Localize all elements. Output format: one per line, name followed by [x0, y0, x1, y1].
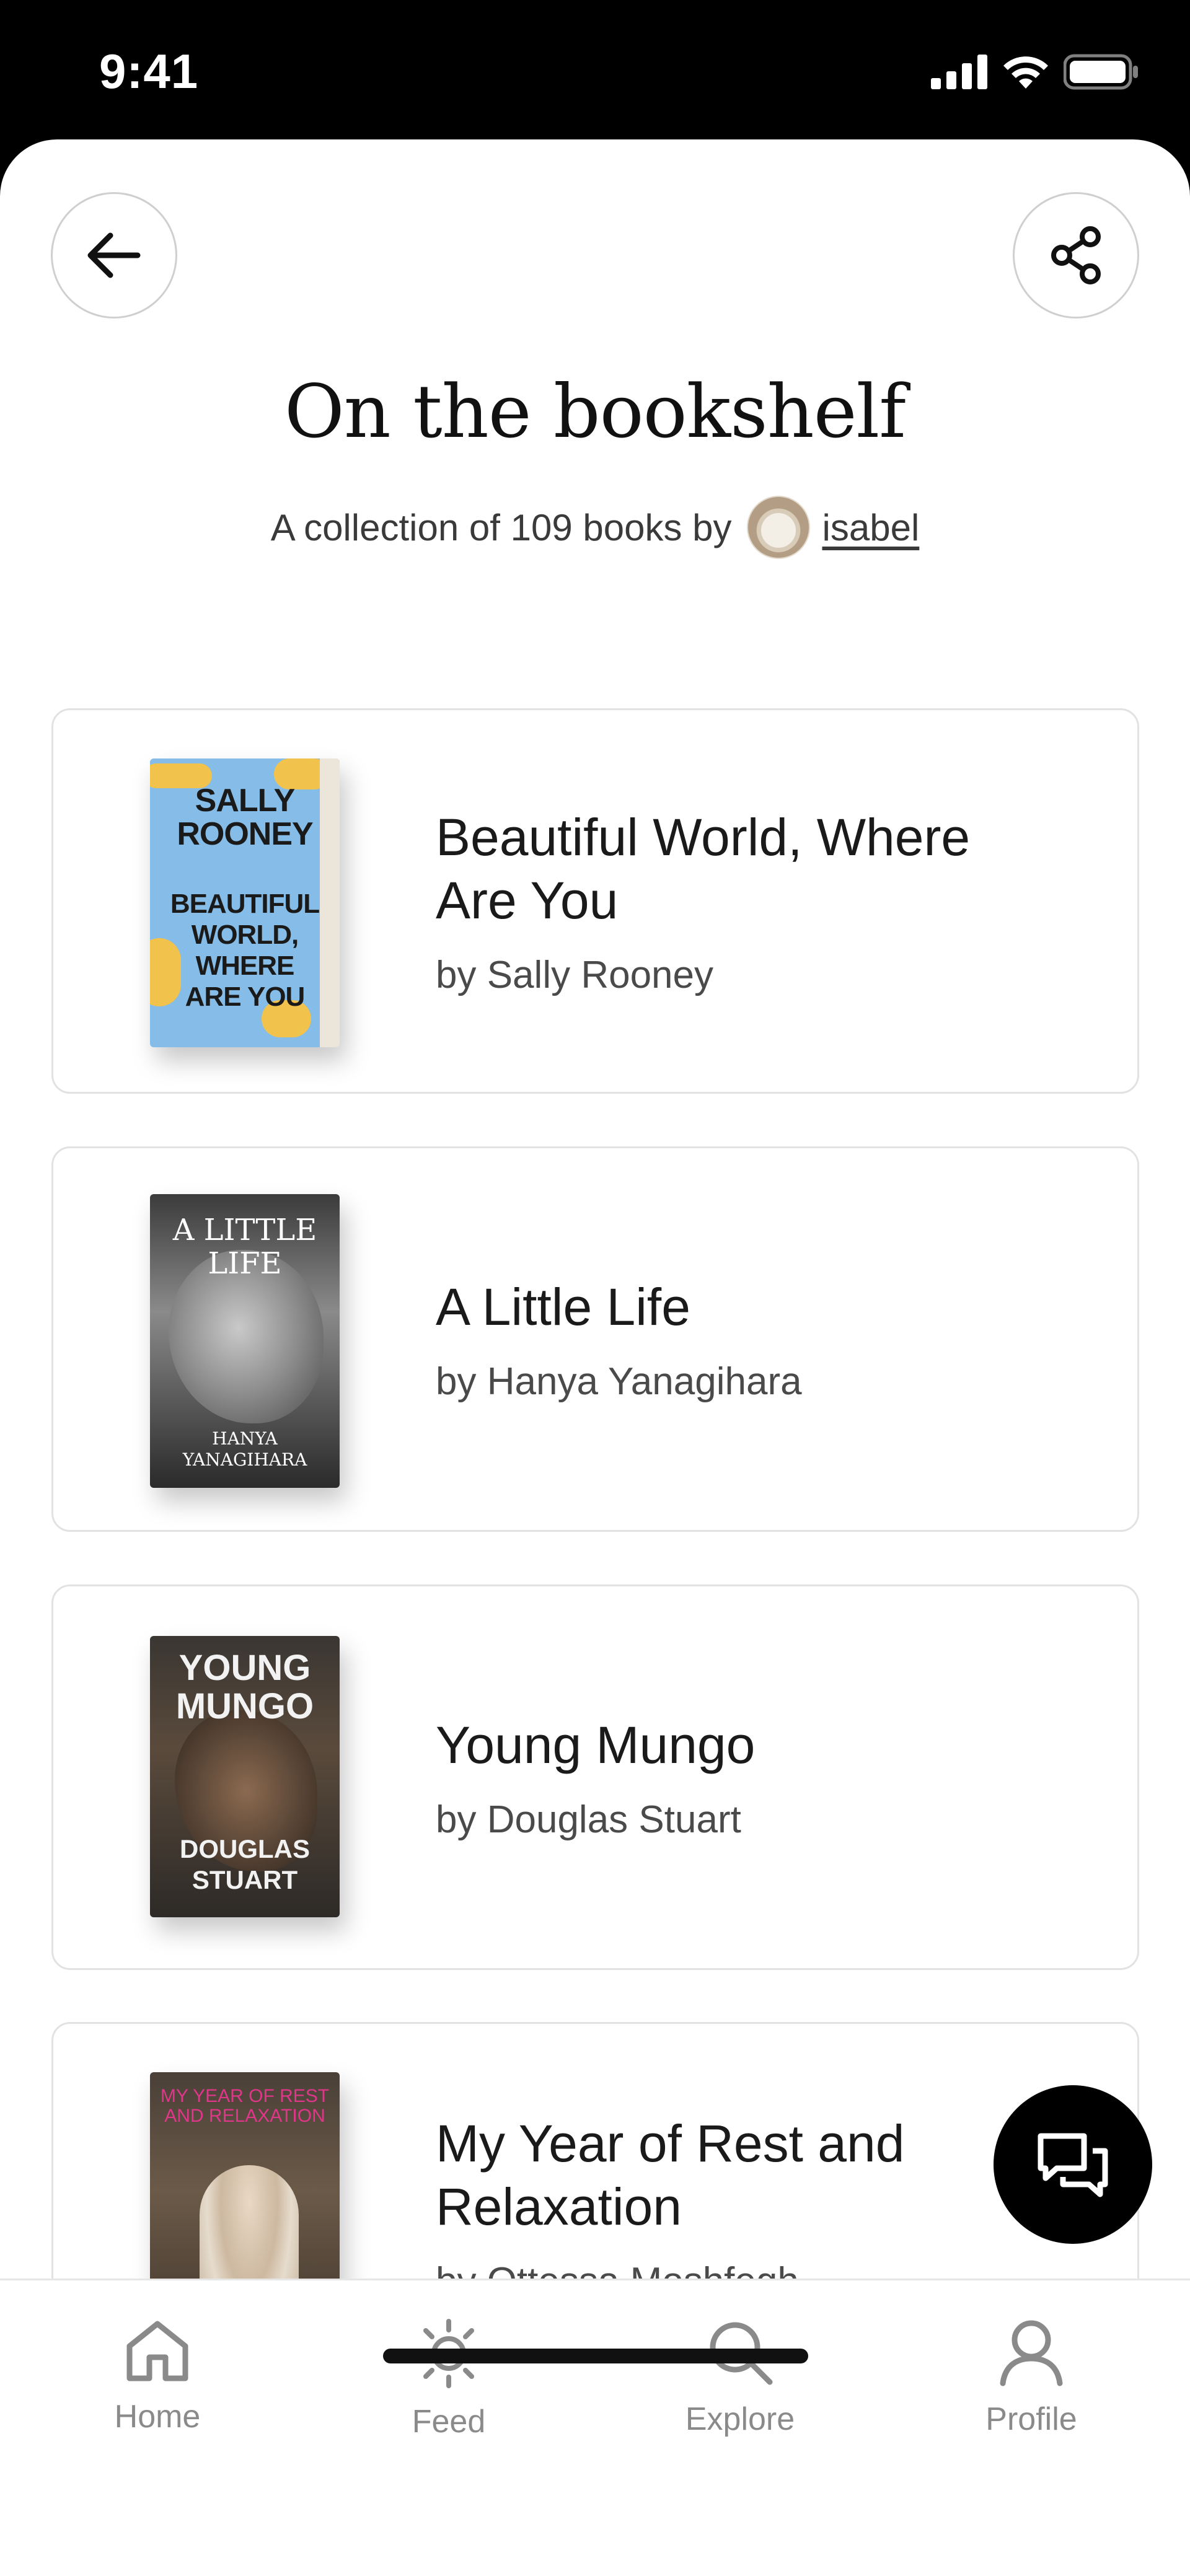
book-cover: A LITTLE LIFE HANYA YANAGIHARA — [150, 1194, 340, 1488]
book-cover: YOUNG MUNGO DOUGLAS STUART — [150, 1636, 340, 1917]
home-icon — [126, 2321, 188, 2381]
nav-explore-label: Explore — [685, 2401, 795, 2437]
username-link[interactable]: isabel — [822, 506, 920, 549]
share-button[interactable] — [1013, 192, 1139, 319]
arrow-left-icon — [87, 232, 141, 278]
status-icons — [931, 53, 1139, 90]
page-title: On the bookshelf — [284, 369, 906, 454]
book-card[interactable]: A LITTLE LIFE HANYA YANAGIHARA A Little … — [51, 1146, 1139, 1532]
back-button[interactable] — [51, 192, 177, 319]
book-title: Young Mungo — [436, 1715, 756, 1774]
book-title: A Little Life — [436, 1277, 690, 1336]
nav-explore[interactable]: Explore — [647, 2318, 833, 2438]
nav-profile[interactable]: Profile — [938, 2318, 1124, 2438]
collection-subtitle: A collection of 109 books by isabel — [0, 496, 1190, 559]
book-card[interactable]: SALLY ROONEY BEAUTIFUL WORLD, WHERE ARE … — [51, 708, 1139, 1094]
nav-profile-label: Profile — [985, 2401, 1077, 2437]
subtitle-text: A collection of 109 books by — [270, 506, 732, 548]
book-cover: SALLY ROONEY BEAUTIFUL WORLD, WHERE ARE … — [150, 758, 340, 1047]
signal-icon — [931, 55, 987, 89]
wifi-icon — [1003, 56, 1048, 89]
chat-bubbles-icon — [1038, 2133, 1108, 2197]
book-card[interactable]: YOUNG MUNGO DOUGLAS STUART Young Mungo b… — [51, 1585, 1139, 1970]
nav-home[interactable]: Home — [64, 2318, 250, 2435]
book-author: by Sally Rooney — [436, 953, 714, 996]
home-indicator — [383, 2349, 808, 2363]
avatar[interactable] — [746, 496, 810, 559]
status-bar: 9:41 — [0, 0, 1190, 143]
nav-feed-label: Feed — [412, 2404, 486, 2440]
status-time: 9:41 — [99, 44, 199, 99]
book-author: by Hanya Yanagihara — [436, 1360, 802, 1403]
book-title: My Year of Rest and Relaxation — [436, 2114, 905, 2236]
bottom-nav: Home Feed Explore Profile — [0, 2279, 1190, 2576]
book-title: Beautiful World, Where Are You — [436, 807, 971, 930]
nav-home-label: Home — [114, 2399, 201, 2435]
nav-feed[interactable]: Feed — [356, 2318, 542, 2440]
book-author: by Douglas Stuart — [436, 1798, 741, 1841]
book-info: A Little Life by Hanya Yanagihara — [436, 1148, 1013, 1530]
user-icon — [1000, 2320, 1063, 2386]
chat-button[interactable] — [994, 2085, 1152, 2244]
share-icon — [1051, 226, 1101, 284]
book-info: Young Mungo by Douglas Stuart — [436, 1586, 1013, 1968]
book-info: Beautiful World, Where Are You by Sally … — [436, 710, 1013, 1092]
battery-icon — [1064, 54, 1138, 90]
